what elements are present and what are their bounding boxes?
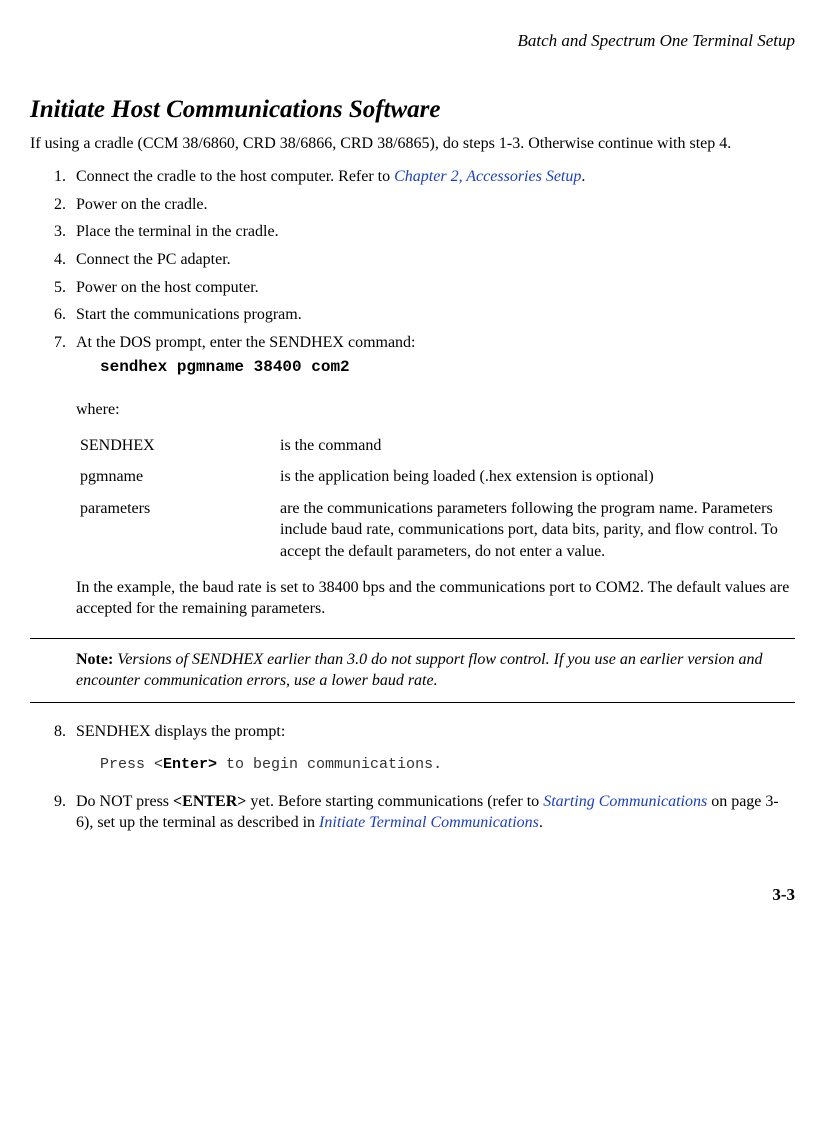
step-3: Place the terminal in the cradle. [70,221,795,243]
step-5: Power on the host computer. [70,277,795,299]
step-7: At the DOS prompt, enter the SENDHEX com… [70,332,795,703]
where-label: where: [76,399,795,421]
step-9-d: . [539,814,543,831]
note-block: Note: Versions of SENDHEX earlier than 3… [30,638,795,703]
def-row: parameters are the communications parame… [80,498,795,563]
sendhex-prompt: Press <Enter> to begin communications. [100,755,795,775]
step-9-enter-bold: <ENTER> [173,793,246,810]
prompt-a: Press < [100,756,163,773]
def-row: pgmname is the application being loaded … [80,466,795,488]
step-4: Connect the PC adapter. [70,249,795,271]
section-title: Initiate Host Communications Software [30,93,795,127]
prompt-b: to begin communications. [217,756,442,773]
link-starting-communications[interactable]: Starting Communications [543,793,707,810]
step-7-text: At the DOS prompt, enter the SENDHEX com… [76,334,416,351]
step-2: Power on the cradle. [70,194,795,216]
step-1-text-a: Connect the cradle to the host computer.… [76,168,394,185]
link-initiate-terminal-communications[interactable]: Initiate Terminal Communications [319,814,539,831]
running-header: Batch and Spectrum One Terminal Setup [30,30,795,53]
step-1-text-b: . [581,168,585,185]
page-number: 3-3 [30,884,795,907]
step-8: SENDHEX displays the prompt: Press <Ente… [70,721,795,775]
def-term: parameters [80,498,280,563]
step-1: Connect the cradle to the host computer.… [70,166,795,188]
step-9: Do NOT press <ENTER> yet. Before startin… [70,791,795,834]
step-9-b: yet. Before starting communications (ref… [246,793,543,810]
step-7-example: In the example, the baud rate is set to … [76,577,795,620]
def-term: pgmname [80,466,280,488]
step-6: Start the communications program. [70,304,795,326]
step-8-text: SENDHEX displays the prompt: [76,723,285,740]
sendhex-command: sendhex pgmname 38400 com2 [100,357,795,379]
def-row: SENDHEX is the command [80,435,795,457]
step-9-a: Do NOT press [76,793,173,810]
def-term: SENDHEX [80,435,280,457]
steps-list: Connect the cradle to the host computer.… [50,166,795,834]
intro-paragraph: If using a cradle (CCM 38/6860, CRD 38/6… [30,133,795,155]
prompt-enter: Enter> [163,756,217,773]
def-desc: is the application being loaded (.hex ex… [280,466,795,488]
def-desc: is the command [280,435,795,457]
link-accessories-setup[interactable]: Chapter 2, Accessories Setup [394,168,581,185]
definition-table: SENDHEX is the command pgmname is the ap… [80,435,795,563]
note-body: Versions of SENDHEX earlier than 3.0 do … [76,651,762,690]
note-label: Note: [76,651,113,668]
def-desc: are the communications parameters follow… [280,498,795,563]
